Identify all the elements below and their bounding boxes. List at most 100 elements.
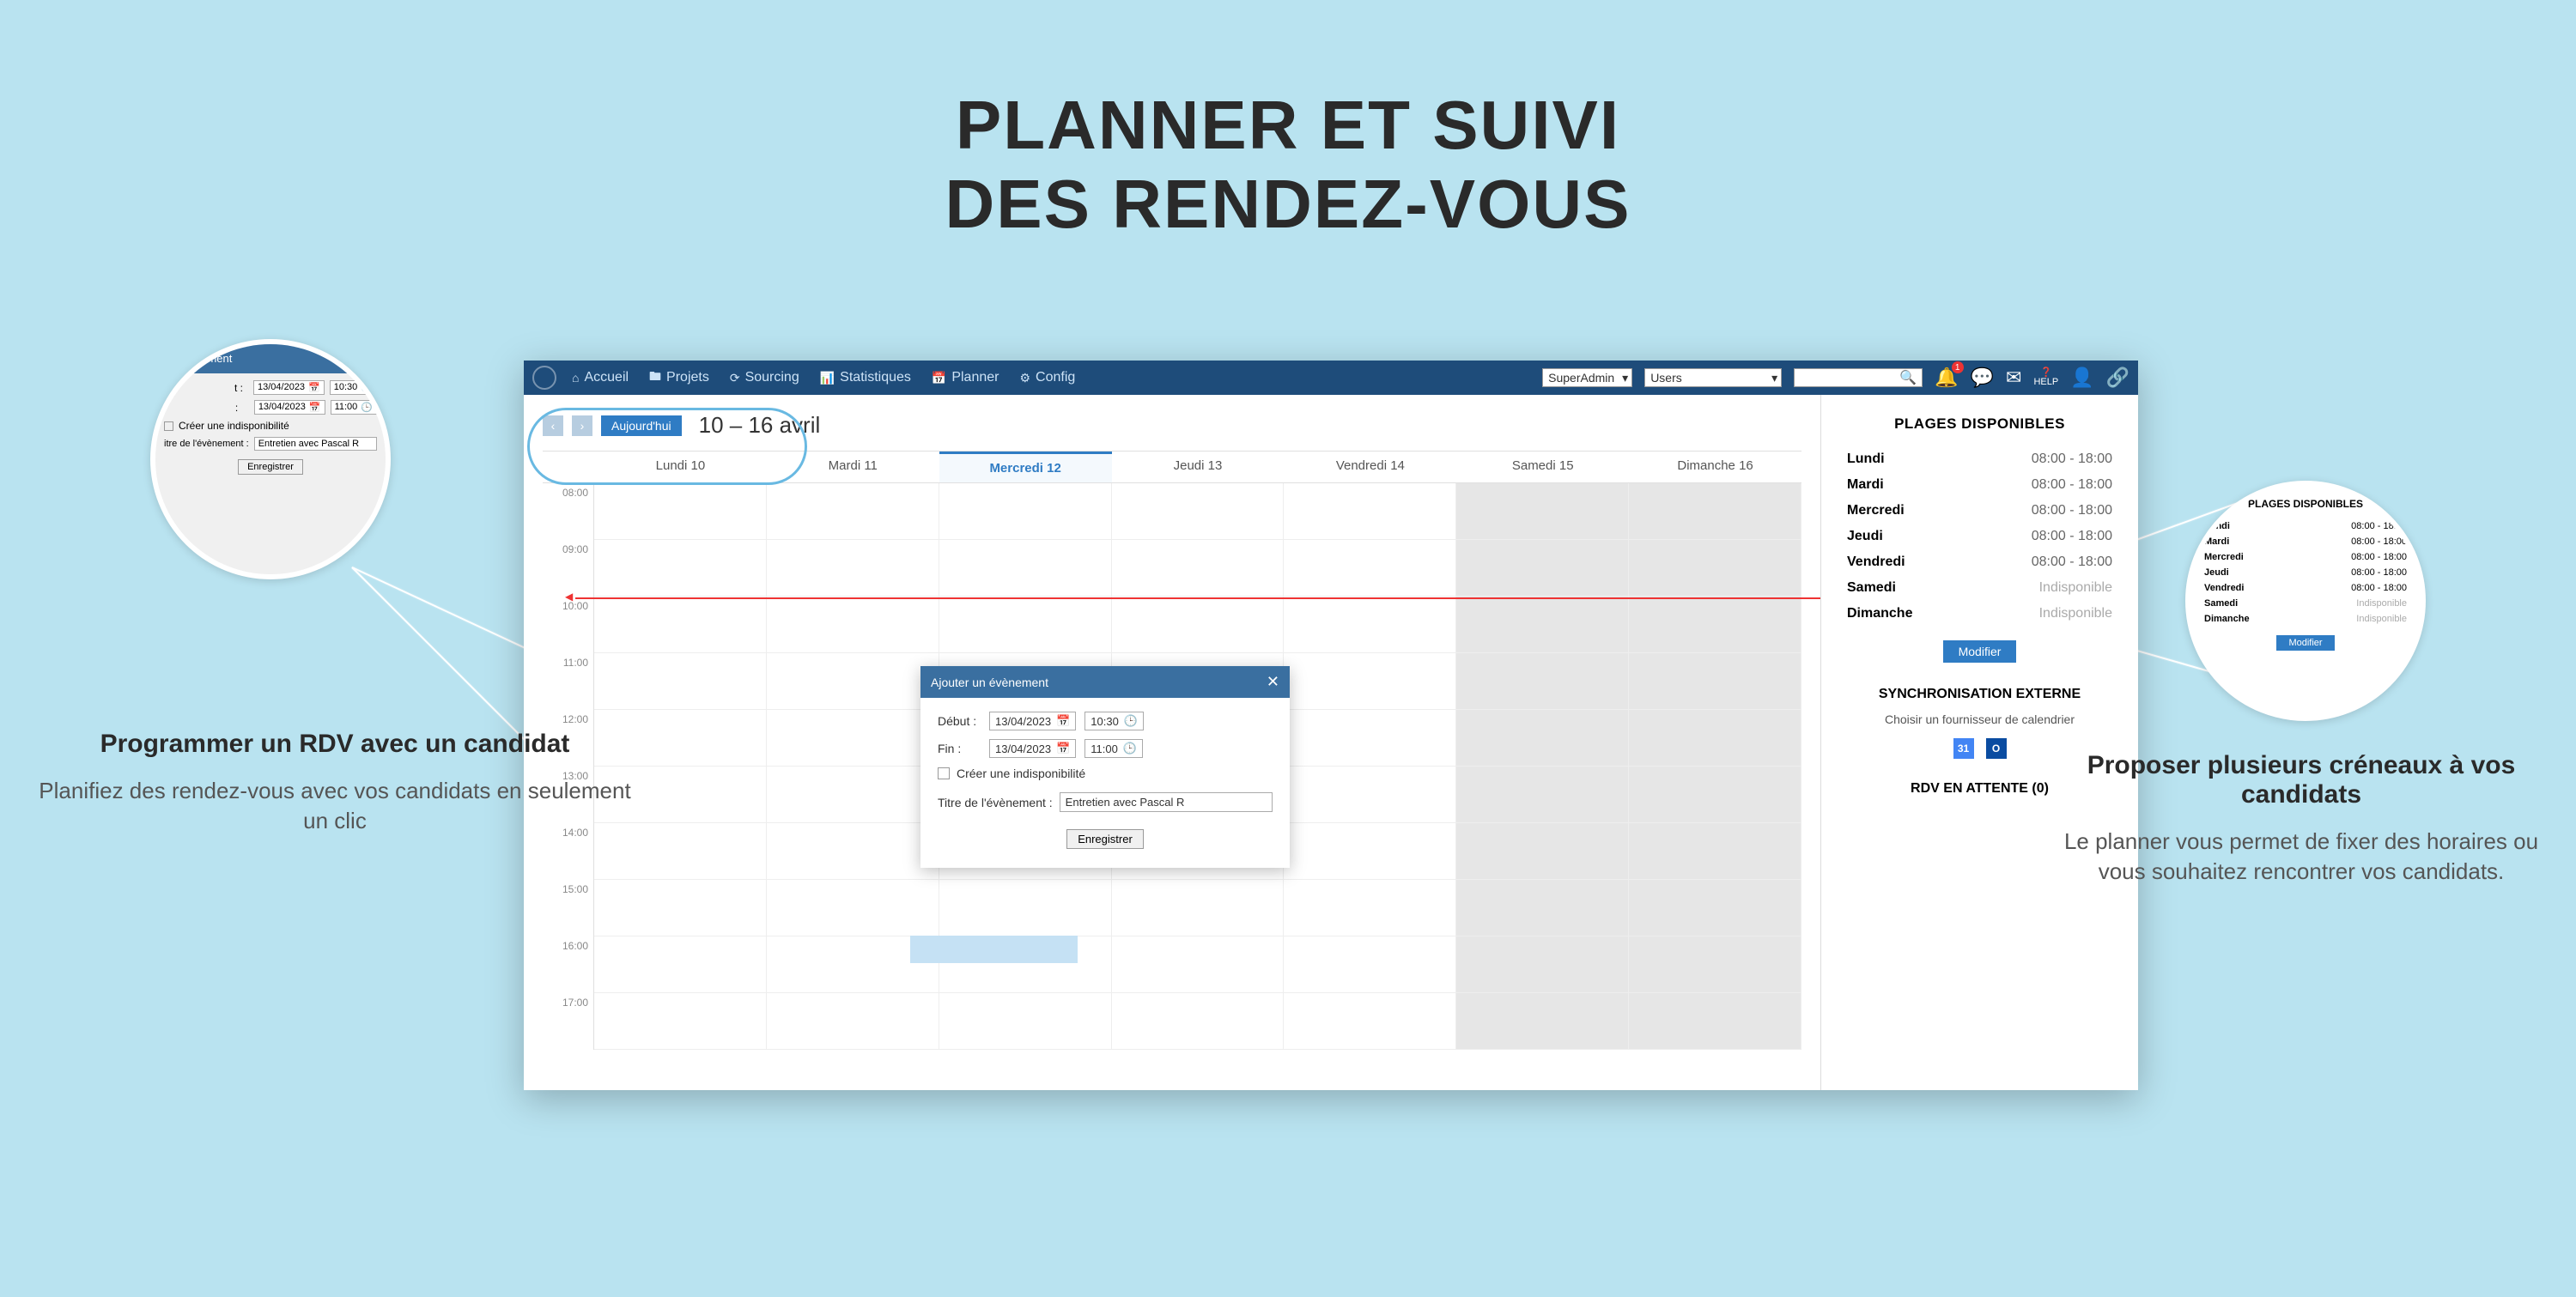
calendar-slot[interactable] (1629, 767, 1801, 823)
calendar-slot[interactable] (594, 540, 767, 597)
calendar-slot[interactable] (1284, 823, 1456, 880)
users-select[interactable]: Users (1644, 368, 1782, 387)
end-date-input[interactable]: 13/04/2023📅 (989, 739, 1076, 758)
save-event-button[interactable]: Enregistrer (1066, 829, 1144, 849)
today-button[interactable]: Aujourd'hui (601, 415, 682, 436)
calendar-slot[interactable] (939, 540, 1112, 597)
start-date-input[interactable]: 13/04/2023📅 (989, 712, 1076, 730)
app-logo-icon[interactable] (532, 366, 556, 390)
event-title-input[interactable]: Entretien avec Pascal R (1060, 792, 1273, 812)
calendar-slot[interactable] (594, 936, 767, 993)
day-header[interactable]: Mercredi 12 (939, 452, 1112, 483)
zoom-start-date[interactable]: 13/04/2023📅 (253, 380, 325, 395)
calendar-slot[interactable] (1284, 880, 1456, 936)
calendar-slot[interactable] (1284, 653, 1456, 710)
end-time-input[interactable]: 11:00🕒 (1084, 739, 1143, 758)
calendar-slot[interactable] (1284, 483, 1456, 540)
next-week-button[interactable]: › (572, 415, 592, 436)
calendar-slot[interactable] (1456, 823, 1629, 880)
nav-config[interactable]: ⚙Config (1019, 370, 1075, 385)
calendar-slot[interactable] (1629, 936, 1801, 993)
calendar-slot[interactable] (767, 767, 939, 823)
calendar-slot[interactable] (1284, 767, 1456, 823)
calendar-slot[interactable] (1629, 483, 1801, 540)
calendar-slot[interactable] (1112, 880, 1285, 936)
zoom-title-input[interactable]: Entretien avec Pascal R (254, 437, 377, 451)
calendar-slot[interactable] (1629, 540, 1801, 597)
modify-plages-button[interactable]: Modifier (1943, 640, 2017, 663)
calendar-slot[interactable] (1112, 936, 1285, 993)
start-time-input[interactable]: 10:30🕒 (1084, 712, 1144, 730)
calendar-slot[interactable] (1112, 993, 1285, 1050)
day-header[interactable]: Mardi 11 (767, 452, 939, 483)
selected-slot-wed[interactable] (910, 936, 1078, 963)
zoom-save-button[interactable]: Enregistrer (238, 459, 303, 475)
calendar-slot[interactable] (1112, 483, 1285, 540)
zoom-checkbox[interactable] (164, 421, 173, 431)
unavailability-checkbox[interactable] (938, 767, 950, 779)
calendar-slot[interactable] (1112, 597, 1285, 653)
zoom-end-time[interactable]: 11:00🕒 (331, 400, 377, 415)
calendar-slot[interactable] (767, 597, 939, 653)
calendar-slot[interactable] (1284, 540, 1456, 597)
day-header[interactable]: Lundi 10 (594, 452, 767, 483)
calendar-slot[interactable] (1629, 993, 1801, 1050)
calendar-slot[interactable] (594, 653, 767, 710)
zoom-end-date[interactable]: 13/04/2023📅 (254, 400, 325, 415)
nav-projets[interactable]: 🖿Projets (649, 367, 709, 388)
calendar-slot[interactable] (1629, 880, 1801, 936)
calendar-slot[interactable] (594, 483, 767, 540)
nav-sourcing[interactable]: ⟳Sourcing (730, 370, 799, 385)
help-icon[interactable]: ❓HELP (2033, 368, 2058, 387)
calendar-slot[interactable] (939, 993, 1112, 1050)
calendar-slot[interactable] (1112, 540, 1285, 597)
day-header[interactable]: Jeudi 13 (1112, 452, 1285, 483)
calendar-slot[interactable] (1629, 653, 1801, 710)
calendar-slot[interactable] (1456, 540, 1629, 597)
nav-statistiques[interactable]: 📊Statistiques (820, 370, 911, 385)
search-input[interactable]: 🔍 (1794, 368, 1923, 387)
nav-planner[interactable]: 📅Planner (932, 370, 999, 385)
outlook-icon[interactable]: O (1986, 738, 2007, 759)
calendar-slot[interactable] (1456, 880, 1629, 936)
avatar-icon[interactable]: 👤 (2070, 367, 2093, 389)
calendar-slot[interactable] (1284, 710, 1456, 767)
chat-icon[interactable]: 💬 (1971, 367, 1994, 389)
calendar-slot[interactable] (1456, 597, 1629, 653)
calendar-slot[interactable] (1456, 483, 1629, 540)
bell-icon[interactable]: 🔔 (1935, 367, 1958, 389)
calendar-slot[interactable] (767, 653, 939, 710)
calendar-slot[interactable] (1456, 993, 1629, 1050)
user-role-select[interactable]: SuperAdmin (1542, 368, 1632, 387)
calendar-slot[interactable] (767, 880, 939, 936)
calendar-slot[interactable] (767, 540, 939, 597)
calendar-slot[interactable] (1284, 993, 1456, 1050)
calendar-slot[interactable] (767, 710, 939, 767)
calendar-slot[interactable] (939, 597, 1112, 653)
google-calendar-icon[interactable]: 31 (1953, 738, 1974, 759)
calendar-slot[interactable] (1629, 597, 1801, 653)
calendar-slot[interactable] (939, 483, 1112, 540)
zoom-modify-button[interactable]: Modifier (2276, 635, 2334, 651)
calendar-slot[interactable] (767, 483, 939, 540)
calendar-slot[interactable] (1284, 936, 1456, 993)
calendar-slot[interactable] (1284, 597, 1456, 653)
calendar-slot[interactable] (1456, 710, 1629, 767)
prev-week-button[interactable]: ‹ (543, 415, 563, 436)
day-header[interactable]: Dimanche 16 (1629, 452, 1801, 483)
mail-icon[interactable]: ✉ (2006, 367, 2021, 389)
calendar-slot[interactable] (1456, 936, 1629, 993)
calendar-slot[interactable] (1629, 710, 1801, 767)
calendar-slot[interactable] (939, 880, 1112, 936)
calendar-slot[interactable] (594, 597, 767, 653)
calendar-slot[interactable] (594, 993, 767, 1050)
day-header[interactable]: Samedi 15 (1456, 452, 1629, 483)
calendar-slot[interactable] (1629, 823, 1801, 880)
sync-icon[interactable]: 🔗 (2106, 367, 2129, 389)
calendar-slot[interactable] (767, 823, 939, 880)
nav-accueil[interactable]: ⌂Accueil (572, 370, 629, 385)
calendar-slot[interactable] (767, 993, 939, 1050)
calendar-slot[interactable] (1456, 653, 1629, 710)
calendar-slot[interactable] (1456, 767, 1629, 823)
calendar-slot[interactable] (594, 880, 767, 936)
